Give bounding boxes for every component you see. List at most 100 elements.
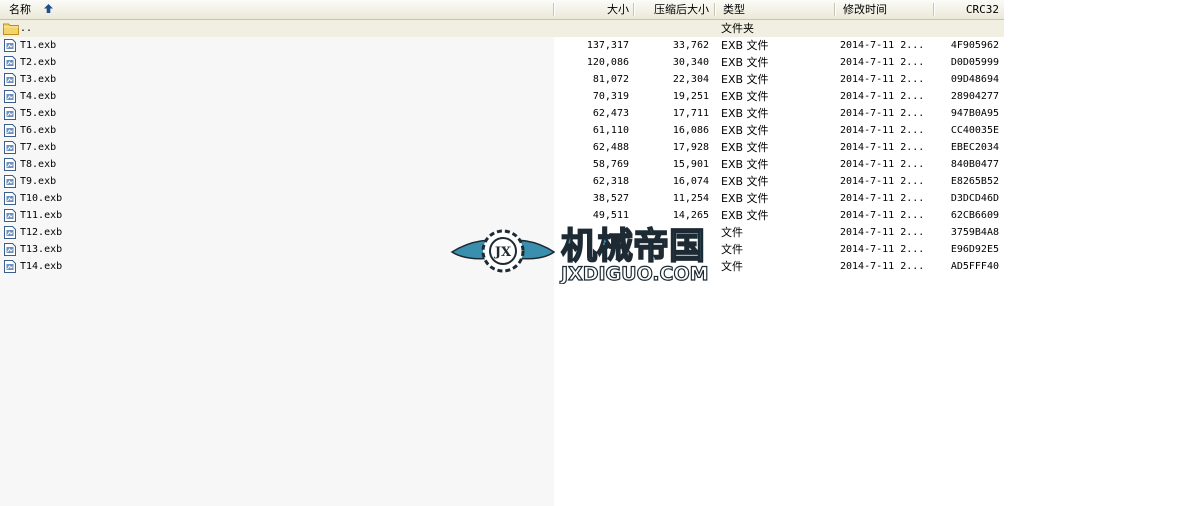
file-packed-size: 17,711: [672, 108, 709, 119]
exb-file-icon: [4, 107, 16, 120]
file-name: T3.exb: [20, 74, 57, 85]
file-name: T14.exb: [20, 261, 63, 272]
file-crc: EBEC2034: [950, 142, 999, 153]
file-packed-size: 19,251: [672, 91, 709, 102]
file-crc: D0D05999: [950, 57, 999, 68]
file-row[interactable]: T4.exb 70,319 19,251 EXB 文件 2014-7-11 2... 28…: [0, 88, 1004, 105]
file-crc: E96D92E5: [950, 244, 999, 255]
file-type: EXB 文件: [721, 107, 769, 120]
file-modified: 2014-7-11 2...: [840, 125, 925, 136]
file-modified: 2014-7-11 2...: [840, 91, 925, 102]
column-separator[interactable]: [834, 3, 836, 16]
watermark-url: JXDIGUO.COM: [559, 263, 709, 284]
exb-file-icon: [4, 141, 16, 154]
folder-icon: [3, 23, 19, 35]
file-modified: 2014-7-11 2...: [840, 227, 925, 238]
exb-file-icon: [4, 175, 16, 188]
column-header-name[interactable]: 名称: [9, 0, 54, 19]
file-name: T10.exb: [20, 193, 63, 204]
file-type: EXB 文件: [721, 141, 769, 154]
file-packed-size: 15,901: [672, 159, 709, 170]
exb-file-icon: [4, 226, 16, 239]
column-header-modified-label: 修改时间: [843, 3, 887, 16]
file-packed-size: 11,254: [672, 193, 709, 204]
exb-file-icon: [4, 209, 16, 222]
column-header-type-label: 类型: [723, 3, 745, 16]
file-row[interactable]: T3.exb 81,072 22,304 EXB 文件 2014-7-11 2... 09…: [0, 71, 1004, 88]
exb-file-icon: [4, 158, 16, 171]
file-modified: 2014-7-11 2...: [840, 108, 925, 119]
file-name: T8.exb: [20, 159, 57, 170]
file-row[interactable]: T5.exb 62,473 17,711 EXB 文件 2014-7-11 2... 94…: [0, 105, 1004, 122]
file-row[interactable]: T10.exb 38,527 11,254 EXB 文件 2014-7-11 2... D…: [0, 190, 1004, 207]
file-modified: 2014-7-11 2...: [840, 261, 925, 272]
exb-file-icon: [4, 90, 16, 103]
column-separator[interactable]: [633, 3, 635, 16]
file-crc: 840B0477: [950, 159, 999, 170]
file-packed-size: 16,074: [672, 176, 709, 187]
column-header-crc-label: CRC32: [965, 3, 999, 16]
file-packed-size: 30,340: [672, 57, 709, 68]
winged-gear-logo-icon: JX 机械帝国 JXDIGUO.COM: [450, 225, 709, 284]
file-packed-size: 17,928: [672, 142, 709, 153]
file-size: 38,527: [592, 193, 629, 204]
file-packed-size: 16,086: [672, 125, 709, 136]
file-row[interactable]: T1.exb 137,317 33,762 EXB 文件 2014-7-11 2... 4…: [0, 37, 1004, 54]
watermark-title: 机械帝国: [561, 226, 705, 267]
column-header-size[interactable]: 大小: [556, 0, 629, 19]
file-packed-size: 33,762: [672, 40, 709, 51]
file-name: T11.exb: [20, 210, 63, 221]
column-header-packed-size[interactable]: 压缩后大小: [636, 0, 709, 19]
exb-file-icon: [4, 124, 16, 137]
file-modified: 2014-7-11 2...: [840, 40, 925, 51]
file-modified: 2014-7-11 2...: [840, 193, 925, 204]
column-header-type[interactable]: 类型: [723, 0, 745, 19]
file-crc: 09D48694: [950, 74, 999, 85]
file-size: 58,769: [592, 159, 629, 170]
file-row[interactable]: T2.exb 120,086 30,340 EXB 文件 2014-7-11 2... D…: [0, 54, 1004, 71]
file-row[interactable]: T6.exb 61,110 16,086 EXB 文件 2014-7-11 2... CC…: [0, 122, 1004, 139]
file-packed-size: 22,304: [672, 74, 709, 85]
file-row[interactable]: T7.exb 62,488 17,928 EXB 文件 2014-7-11 2... EB…: [0, 139, 1004, 156]
file-crc: E8265B52: [950, 176, 999, 187]
column-header-packed-size-label: 压缩后大小: [654, 3, 709, 16]
file-type: EXB 文件: [721, 90, 769, 103]
parent-folder-type: 文件夹: [721, 22, 754, 35]
parent-folder-row[interactable]: .. 文件夹: [0, 20, 1004, 37]
file-modified: 2014-7-11 2...: [840, 74, 925, 85]
file-size: 70,319: [592, 91, 629, 102]
file-size: 62,473: [592, 108, 629, 119]
file-size: 62,318: [592, 176, 629, 187]
file-modified: 2014-7-11 2...: [840, 57, 925, 68]
file-crc: AD5FFF40: [950, 261, 999, 272]
column-header-modified[interactable]: 修改时间: [843, 0, 887, 19]
file-row[interactable]: T9.exb 62,318 16,074 EXB 文件 2014-7-11 2... E8…: [0, 173, 1004, 190]
file-name: T2.exb: [20, 57, 57, 68]
watermark-badge-text: JX: [494, 245, 512, 260]
file-type: EXB 文件: [721, 73, 769, 86]
file-size: 61,110: [592, 125, 629, 136]
column-separator[interactable]: [933, 3, 935, 16]
exb-file-icon: [4, 56, 16, 69]
file-row[interactable]: T8.exb 58,769 15,901 EXB 文件 2014-7-11 2... 84…: [0, 156, 1004, 173]
file-size: 137,317: [586, 40, 629, 51]
sort-up-arrow-icon: [43, 4, 53, 13]
exb-file-icon: [4, 73, 16, 86]
file-name: T4.exb: [20, 91, 57, 102]
file-type: EXB 文件: [721, 158, 769, 171]
file-crc: 3759B4A8: [950, 227, 999, 238]
exb-file-icon: [4, 192, 16, 205]
file-size: 62,488: [592, 142, 629, 153]
file-modified: 2014-7-11 2...: [840, 159, 925, 170]
file-type: EXB 文件: [721, 175, 769, 188]
exb-file-icon: [4, 243, 16, 256]
file-modified: 2014-7-11 2...: [840, 176, 925, 187]
column-separator[interactable]: [714, 3, 716, 16]
column-header-crc[interactable]: CRC32: [936, 0, 999, 19]
column-header-bar: 名称 大小 压缩后大小 类型 修改时间 CRC32: [0, 0, 1004, 20]
file-crc: 947B0A95: [950, 108, 999, 119]
file-type: EXB 文件: [721, 39, 769, 52]
file-crc: 62CB6609: [950, 210, 999, 221]
file-name: T7.exb: [20, 142, 57, 153]
column-separator[interactable]: [553, 3, 555, 16]
